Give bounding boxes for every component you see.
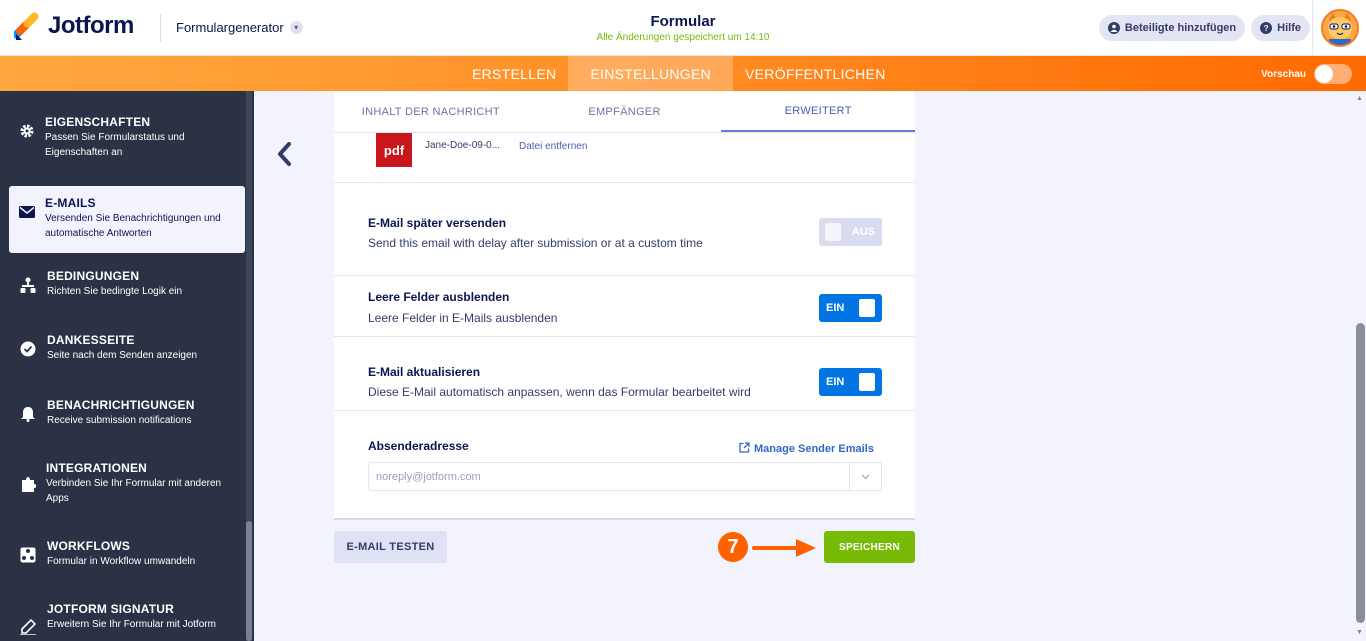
send-later-row: E-Mail später versenden Send this email … (334, 183, 915, 276)
sender-email-value: noreply@jotform.com (376, 471, 481, 483)
back-chevron-icon[interactable] (275, 141, 293, 174)
panel-divider (334, 518, 915, 520)
tab-settings[interactable]: EINSTELLUNGEN (568, 56, 734, 91)
toggle-knob (1315, 65, 1333, 83)
avatar-area (1312, 0, 1366, 56)
pdf-file-icon: pdf (376, 133, 412, 167)
sidebar-item-notifications[interactable]: BENACHRICHTIGUNGEN Receive submission no… (9, 398, 245, 448)
tab-build[interactable]: ERSTELLEN (460, 56, 568, 91)
main-nav: ERSTELLEN EINSTELLUNGEN VERÖFFENTLICHEN … (0, 56, 1366, 91)
puzzle-icon (19, 475, 36, 493)
attachment-row: pdf Jane-Doe-09-0... Datei entfernen (334, 133, 915, 183)
tab-message-content[interactable]: INHALT DER NACHRICHT (334, 91, 528, 132)
sidebar-item-desc: Versenden Sie Benachrichtigungen und aut… (45, 213, 221, 239)
pen-icon (19, 618, 37, 636)
scrollbar-thumb[interactable] (246, 521, 252, 641)
help-button[interactable]: ? Hilfe (1251, 15, 1310, 41)
sidebar-item-desc: Richten Sie bedingte Logik ein (47, 286, 183, 297)
sidebar-item-conditions[interactable]: BEDINGUNGEN Richten Sie bedingte Logik e… (9, 269, 245, 319)
sidebar-item-jotform-sign[interactable]: JOTFORM SIGNATUR Erweitern Sie Ihr Formu… (9, 602, 245, 641)
toggle-state: EIN (826, 376, 845, 388)
sidebar-item-desc: Seite nach dem Senden anzeigen (47, 350, 198, 361)
toggle-grip-icon (859, 373, 875, 391)
sidebar-scrollbar[interactable] (246, 91, 252, 641)
manage-sender-label: Manage Sender Emails (754, 443, 874, 455)
workflow-icon (19, 546, 37, 564)
scroll-down-icon[interactable]: ▼ (1356, 629, 1363, 636)
tab-recipients[interactable]: EMPFÄNGER (528, 91, 722, 132)
step-number-badge: 7 (718, 532, 748, 562)
add-participants-button[interactable]: Beteiligte hinzufügen (1098, 15, 1246, 41)
tab-advanced[interactable]: ERWEITERT (721, 91, 916, 132)
preview-label: Vorschau (1261, 68, 1306, 80)
sidebar-item-title: E-MAILS (45, 196, 96, 210)
option-desc: Leere Felder in E-Mails ausblenden (368, 311, 558, 325)
bell-icon (19, 405, 37, 423)
envelope-icon (19, 203, 35, 221)
user-icon (1107, 22, 1120, 34)
sidebar-item-properties[interactable]: EIGENSCHAFTEN Passen Sie Formularstatus … (9, 115, 245, 175)
sidebar-item-title: BENACHRICHTIGUNGEN (47, 398, 195, 412)
external-link-icon (739, 442, 750, 456)
send-later-toggle[interactable]: AUS (819, 218, 882, 246)
sidebar-item-workflows[interactable]: WORKFLOWS Formular in Workflow umwandeln (9, 539, 245, 589)
email-subtabs: INHALT DER NACHRICHT EMPFÄNGER ERWEITERT (334, 91, 916, 133)
sidebar-item-title: JOTFORM SIGNATUR (47, 602, 174, 616)
remove-file-link[interactable]: Datei entfernen (519, 141, 587, 152)
option-desc: Diese E-Mail automatisch anpassen, wenn … (368, 385, 751, 399)
chevron-down-icon (849, 463, 881, 490)
option-title: Leere Felder ausblenden (368, 290, 510, 304)
tab-publish[interactable]: VERÖFFENTLICHEN (733, 56, 898, 91)
sidebar-item-desc: Verbinden Sie Ihr Formular mit anderen A… (46, 478, 222, 504)
sidebar-item-title: EIGENSCHAFTEN (45, 115, 151, 129)
attachment-file-name: Jane-Doe-09-0... (425, 140, 501, 151)
sidebar-item-desc: Erweitern Sie Ihr Formular mit Jotform (47, 619, 216, 630)
gear-icon (19, 122, 35, 140)
sender-address-section: Absenderadresse Manage Sender Emails nor… (334, 411, 915, 519)
preview-toggle[interactable] (1314, 64, 1352, 84)
hierarchy-icon (19, 276, 37, 294)
sidebar-item-desc: Passen Sie Formularstatus und Eigenschaf… (45, 132, 185, 158)
toggle-state: AUS (851, 226, 875, 238)
hide-empty-fields-row: Leere Felder ausblenden Leere Felder in … (334, 276, 915, 337)
sidebar-item-title: INTEGRATIONEN (46, 461, 148, 475)
sender-label: Absenderadresse (368, 439, 469, 453)
scroll-up-icon[interactable]: ▲ (1356, 95, 1363, 102)
manage-sender-emails-link[interactable]: Manage Sender Emails (739, 442, 874, 456)
email-settings-panel: INHALT DER NACHRICHT EMPFÄNGER ERWEITERT… (334, 91, 916, 520)
sidebar-item-thank-you-page[interactable]: DANKESSEITE Seite nach dem Senden anzeig… (9, 333, 245, 383)
preview-toggle-area: Vorschau (1261, 64, 1352, 84)
option-desc: Send this email with delay after submiss… (368, 236, 703, 250)
check-circle-icon (19, 340, 37, 358)
option-title: E-Mail aktualisieren (368, 365, 481, 379)
arrow-right-icon (752, 537, 822, 564)
sidebar-item-desc: Receive submission notifications (47, 415, 192, 426)
sidebar-item-integrations[interactable]: INTEGRATIONEN Verbinden Sie Ihr Formular… (9, 461, 245, 521)
header-actions: Beteiligte hinzufügen ? Hilfe (1098, 15, 1310, 41)
add-participants-label: Beteiligte hinzufügen (1124, 22, 1237, 34)
question-icon: ? (1260, 22, 1273, 34)
scrollbar-thumb[interactable] (1356, 323, 1365, 623)
sidebar-item-desc: Formular in Workflow umwandeln (47, 556, 196, 567)
save-button[interactable]: SPEICHERN (824, 531, 915, 563)
nav-tabs: ERSTELLEN EINSTELLUNGEN VERÖFFENTLICHEN (460, 56, 898, 91)
top-bar: Jotform Formulargenerator ▾ Formular All… (0, 0, 1366, 56)
settings-sidebar: EIGENSCHAFTEN Passen Sie Formularstatus … (0, 91, 254, 641)
update-email-toggle[interactable]: EIN (819, 368, 882, 396)
sender-email-select[interactable]: noreply@jotform.com (368, 462, 882, 491)
option-title: E-Mail später versenden (368, 216, 507, 230)
sidebar-item-title: BEDINGUNGEN (47, 269, 140, 283)
toggle-state: EIN (826, 302, 845, 314)
sidebar-item-emails[interactable]: E-MAILS Versenden Sie Benachrichtigungen… (9, 186, 245, 253)
toggle-grip-icon (825, 223, 841, 241)
toggle-grip-icon (859, 299, 875, 317)
help-label: Hilfe (1277, 22, 1301, 34)
sidebar-item-title: WORKFLOWS (47, 539, 131, 553)
avatar[interactable] (1320, 9, 1359, 47)
page-scrollbar[interactable]: ▲ ▼ (1354, 91, 1366, 641)
test-email-button[interactable]: E-MAIL TESTEN (334, 531, 447, 563)
update-email-row: E-Mail aktualisieren Diese E-Mail automa… (334, 337, 915, 411)
sidebar-item-title: DANKESSEITE (47, 333, 135, 347)
hide-empty-fields-toggle[interactable]: EIN (819, 294, 882, 322)
